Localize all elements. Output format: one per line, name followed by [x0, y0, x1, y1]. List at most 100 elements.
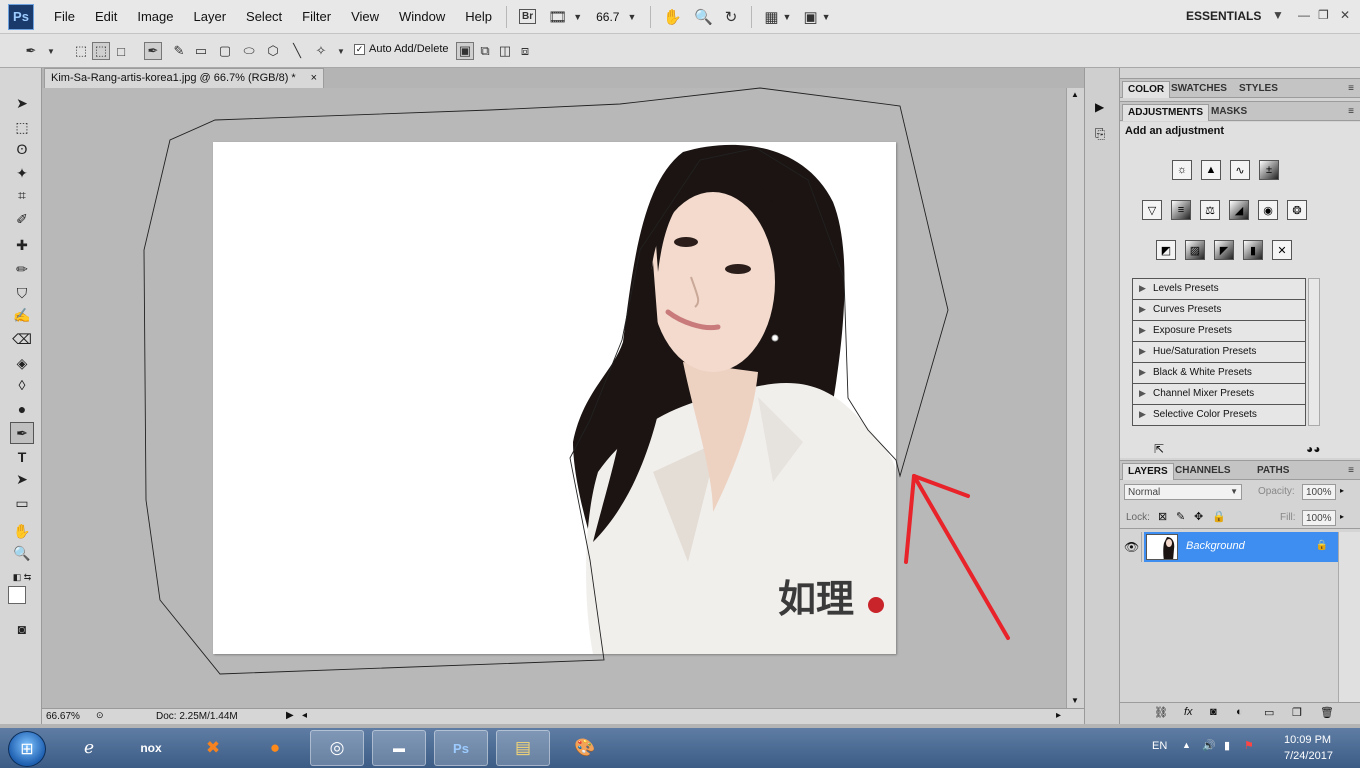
clone-stamp-tool-icon[interactable]: ⛉	[10, 282, 34, 304]
layer-style-icon[interactable]: fx	[1184, 706, 1193, 718]
dodge-tool-icon[interactable]: ●	[10, 398, 34, 420]
close-icon[interactable]: ✕	[1340, 8, 1350, 22]
start-button[interactable]: ⊞	[8, 731, 46, 767]
film-icon[interactable]: 🎞	[548, 8, 567, 26]
network-icon[interactable]: ▮	[1224, 739, 1230, 752]
preset-hue-saturation[interactable]: ▶ Hue/Saturation Presets	[1133, 342, 1305, 363]
tab-masks[interactable]: MASKS	[1206, 104, 1252, 121]
preset-levels[interactable]: ▶ Levels Presets	[1133, 279, 1305, 300]
status-icon[interactable]: ⊙	[96, 710, 104, 721]
menu-view[interactable]: View	[351, 9, 379, 24]
status-menu-icon[interactable]: ▶	[286, 710, 294, 721]
lock-all-icon[interactable]: 🔒	[1212, 510, 1226, 523]
presets-scrollbar[interactable]	[1308, 278, 1320, 426]
history-brush-tool-icon[interactable]: ✍	[10, 304, 34, 326]
magic-wand-tool-icon[interactable]: ✦	[10, 162, 34, 184]
threshold-icon[interactable]: ◤	[1214, 240, 1234, 260]
add-mask-icon[interactable]: ◙	[1210, 706, 1217, 718]
zoom-icon[interactable]: 🔍	[694, 8, 713, 26]
link-layers-icon[interactable]: ⛓	[1154, 706, 1168, 719]
invert-icon[interactable]: ◩	[1156, 240, 1176, 260]
brush-tool-icon[interactable]: ✏	[10, 258, 34, 280]
chevron-down-icon[interactable]: ▼	[783, 12, 792, 22]
xampp-taskbar-icon[interactable]: ✖	[186, 730, 240, 766]
scroll-down-icon[interactable]: ▼	[1071, 696, 1079, 705]
blend-mode-select[interactable]: Normal ▼	[1124, 484, 1242, 500]
document-tab[interactable]: Kim-Sa-Rang-artis-korea1.jpg @ 66.7% (RG…	[44, 68, 324, 88]
pen-icon[interactable]: ✒	[144, 42, 162, 60]
clock-date[interactable]: 7/24/2017	[1284, 750, 1333, 762]
chrome-taskbar-icon[interactable]: ◎	[310, 730, 364, 766]
channel-mixer-icon[interactable]: ❂	[1287, 200, 1307, 220]
pen-tool-icon[interactable]: ✒	[22, 42, 40, 60]
crop-tool-icon[interactable]: ⌗	[10, 184, 34, 206]
healing-brush-tool-icon[interactable]: ✚	[10, 234, 34, 256]
black-white-icon[interactable]: ◢	[1229, 200, 1249, 220]
line-icon[interactable]: ╲	[288, 42, 306, 60]
auto-add-delete-checkbox[interactable]: ✓ Auto Add/Delete	[354, 43, 449, 55]
chevron-down-icon[interactable]: ▼	[1230, 487, 1238, 496]
preset-channel-mixer[interactable]: ▶ Channel Mixer Presets	[1133, 384, 1305, 405]
lock-transparent-icon[interactable]: ⊠	[1158, 510, 1167, 523]
clock-time[interactable]: 10:09 PM	[1284, 734, 1331, 746]
lasso-tool-icon[interactable]: ʘ	[10, 138, 34, 160]
tab-swatches[interactable]: SWATCHES	[1166, 81, 1232, 98]
fill-arrow-icon[interactable]: ▸	[1340, 512, 1344, 521]
subtract-path-icon[interactable]: ⧉	[476, 42, 494, 60]
path-selection-tool-icon[interactable]: ➤	[10, 468, 34, 490]
expand-icon[interactable]: ▶	[1139, 346, 1146, 357]
screen-mode-icon[interactable]: ▣	[803, 8, 817, 26]
add-to-path-icon[interactable]: ▣	[456, 42, 474, 60]
scroll-left-icon[interactable]: ◂	[302, 710, 307, 721]
panel-menu-icon[interactable]: ≡	[1348, 106, 1354, 117]
expand-icon[interactable]: ▶	[1139, 325, 1146, 336]
show-hidden-icons-icon[interactable]: ▲	[1182, 740, 1191, 750]
menu-file[interactable]: File	[54, 9, 75, 24]
tab-color[interactable]: COLOR	[1122, 81, 1171, 98]
paths-icon[interactable]: ⬚	[92, 42, 110, 60]
hand-icon[interactable]: ✋	[663, 8, 682, 26]
eraser-tool-icon[interactable]: ⌫	[10, 328, 34, 350]
panel-menu-icon[interactable]: ≡	[1348, 83, 1354, 94]
preset-exposure[interactable]: ▶ Exposure Presets	[1133, 321, 1305, 342]
layers-scrollbar[interactable]	[1338, 532, 1360, 702]
close-icon[interactable]: ×	[311, 72, 317, 84]
foreground-color-swatch[interactable]	[8, 586, 26, 604]
expand-icon[interactable]: ▶	[1139, 367, 1146, 378]
exposure-icon[interactable]: ±	[1259, 160, 1279, 180]
zoom-dropdown-icon[interactable]: ▼	[627, 12, 636, 22]
arrange-documents-icon[interactable]: ▦	[764, 8, 778, 26]
menu-edit[interactable]: Edit	[95, 9, 117, 24]
eyedropper-tool-icon[interactable]: ✐	[10, 208, 34, 230]
preset-curves[interactable]: ▶ Curves Presets	[1133, 300, 1305, 321]
status-zoom[interactable]: 66.67%	[46, 711, 80, 722]
photo-filter-icon[interactable]: ◉	[1258, 200, 1278, 220]
nox-taskbar-icon[interactable]: nox	[124, 730, 178, 766]
internet-explorer-taskbar-icon[interactable]: ℯ	[62, 730, 116, 766]
new-adjustment-icon[interactable]: ◐	[1236, 706, 1243, 718]
marquee-tool-icon[interactable]: ⬚	[10, 116, 34, 138]
type-tool-icon[interactable]: T	[10, 446, 34, 468]
move-tool-icon[interactable]: ➤	[10, 92, 34, 114]
zoom-level[interactable]: 66.7	[596, 10, 619, 24]
expand-icon[interactable]: ▶	[1139, 409, 1146, 420]
blur-tool-icon[interactable]: ◊	[10, 374, 34, 396]
bridge-button[interactable]: Br	[519, 9, 537, 24]
checkbox-box[interactable]: ✓	[354, 43, 365, 55]
tab-layers[interactable]: LAYERS	[1122, 463, 1174, 480]
intersect-path-icon[interactable]: ◫	[496, 42, 514, 60]
action-center-icon[interactable]: ⚑	[1244, 739, 1254, 752]
new-layer-icon[interactable]: ❐	[1292, 706, 1302, 719]
workspace-switcher[interactable]: ESSENTIALS	[1186, 9, 1261, 23]
default-colors-icon[interactable]: ◧ ⇆	[10, 566, 34, 588]
restore-icon[interactable]: ❐	[1318, 8, 1329, 22]
clip-to-layer-icon[interactable]: ◕◕	[1306, 442, 1321, 456]
layer-name[interactable]: Background	[1186, 540, 1245, 552]
fill-pixels-icon[interactable]: □	[112, 42, 130, 60]
vertical-scrollbar[interactable]: ▲ ▼	[1066, 88, 1084, 708]
chevron-down-icon[interactable]: ▼	[573, 12, 582, 22]
gradient-map-icon[interactable]: ▮	[1243, 240, 1263, 260]
lock-position-icon[interactable]: ✥	[1194, 510, 1203, 523]
menu-image[interactable]: Image	[137, 9, 173, 24]
pen-tool-icon[interactable]: ✒	[10, 422, 34, 444]
